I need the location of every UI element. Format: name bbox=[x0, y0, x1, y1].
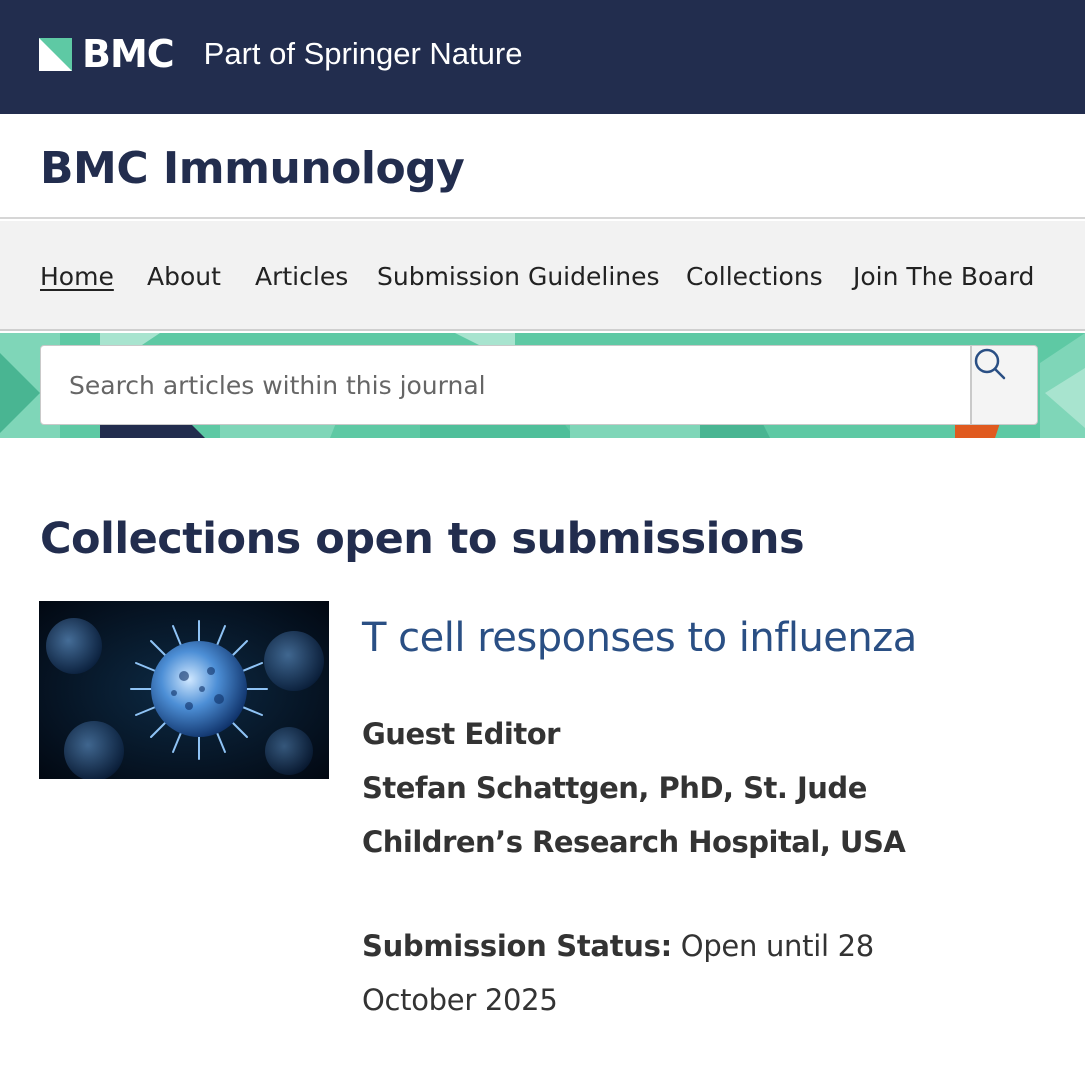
nav-item-join-the-board[interactable]: Join The Board bbox=[853, 261, 1034, 293]
guest-editor-heading: Guest Editor bbox=[362, 717, 560, 751]
nav-item-articles[interactable]: Articles bbox=[255, 261, 348, 293]
guest-editor-info: Guest Editor Stefan Schattgen, PhD, St. … bbox=[362, 707, 1062, 869]
nav-item-submission-guidelines[interactable]: Submission Guidelines bbox=[377, 261, 660, 293]
bmc-logo-link[interactable]: BMC Part of Springer Nature bbox=[39, 32, 523, 76]
nav-item-about[interactable]: About bbox=[147, 261, 221, 293]
journal-header: BMC Immunology bbox=[0, 114, 1085, 219]
search-input[interactable] bbox=[40, 345, 971, 425]
nav-item-collections[interactable]: Collections bbox=[686, 261, 823, 293]
virus-illustration-image[interactable] bbox=[39, 601, 329, 779]
submission-status-label: Submission Status: bbox=[362, 929, 672, 963]
journal-title[interactable]: BMC Immunology bbox=[40, 143, 465, 195]
nav-item-home[interactable]: Home bbox=[40, 261, 114, 293]
submission-status: Submission Status: Open until 28 October… bbox=[362, 919, 962, 1027]
site-header: BMC Part of Springer Nature bbox=[0, 0, 1085, 114]
search-banner bbox=[0, 333, 1085, 438]
brand-tagline[interactable]: Part of Springer Nature bbox=[204, 36, 523, 72]
guest-editor-affiliation: Children’s Research Hospital, USA bbox=[362, 825, 906, 859]
collection-title-link[interactable]: T cell responses to influenza bbox=[362, 612, 917, 664]
submission-status-date: October 2025 bbox=[362, 983, 558, 1017]
search-button[interactable] bbox=[971, 345, 1038, 425]
section-title: Collections open to submissions bbox=[40, 514, 805, 564]
submission-status-value: Open until 28 bbox=[671, 929, 874, 963]
guest-editor-name: Stefan Schattgen, PhD, St. Jude bbox=[362, 771, 867, 805]
main-navigation: Home About Articles Submission Guideline… bbox=[0, 221, 1085, 331]
bmc-logo-icon bbox=[39, 37, 72, 71]
brand-name: BMC bbox=[82, 32, 175, 76]
search-icon bbox=[974, 348, 1006, 380]
